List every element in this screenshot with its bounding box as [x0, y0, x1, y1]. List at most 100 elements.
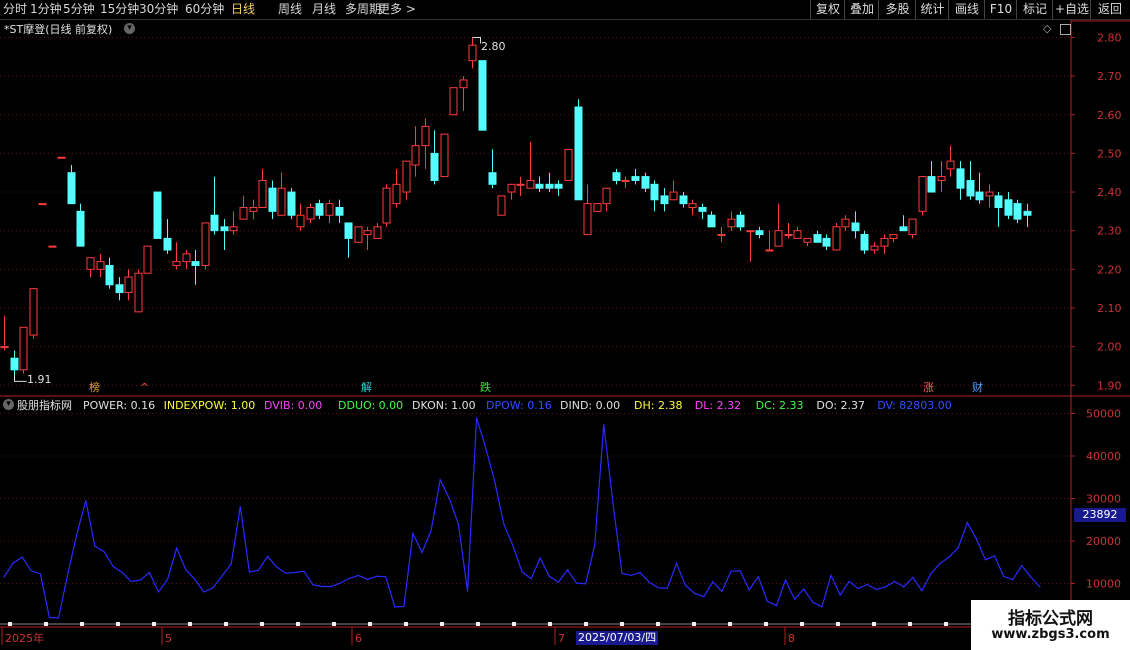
- candle-body: [774, 230, 783, 247]
- dv-point: [103, 551, 105, 553]
- dv-point: [739, 570, 741, 572]
- candle: [440, 133, 449, 178]
- candle: [143, 245, 152, 274]
- low-marker: [14, 375, 27, 382]
- candle: [86, 257, 95, 278]
- candle-body: [497, 195, 506, 216]
- candle: [937, 161, 946, 193]
- candle-body: [526, 179, 535, 189]
- candle-body: [335, 207, 344, 216]
- candle: [918, 176, 927, 216]
- dv-point: [312, 584, 314, 586]
- date-axis-label: 6: [355, 632, 362, 645]
- candle-body: [755, 230, 764, 236]
- candle-body: [813, 234, 822, 243]
- candle: [344, 222, 353, 258]
- candle: [392, 168, 401, 208]
- candle: [813, 230, 822, 243]
- candle: [679, 192, 688, 208]
- candle-body: [1004, 199, 1013, 216]
- dv-point: [248, 571, 250, 573]
- dv-point: [39, 573, 42, 575]
- candle: [908, 218, 917, 239]
- dv-point: [912, 576, 914, 579]
- event-badge[interactable]: 解: [360, 381, 373, 394]
- candle-body: [698, 207, 707, 212]
- candle-body: [201, 222, 210, 266]
- candle-body: [832, 226, 841, 251]
- title-dropdown-icon[interactable]: ▾: [124, 23, 135, 34]
- stock-chart: 2.80 2.70 2.60 2.50 2.40 2.30 2.20 2.10 2.00 1.90…: [0, 20, 1130, 650]
- panel-settings-icon[interactable]: [1060, 24, 1071, 35]
- date-axis-label: 5: [165, 632, 172, 645]
- candle: [535, 176, 544, 193]
- dv-point: [466, 590, 469, 592]
- event-badge[interactable]: ^: [138, 381, 151, 394]
- indicator-name: 股朋指标网: [17, 399, 72, 412]
- event-badge[interactable]: 涨: [922, 381, 935, 394]
- candle: [832, 222, 841, 251]
- candle: [966, 161, 975, 200]
- date-axis-label: 2025年: [5, 632, 44, 645]
- candle: [421, 118, 430, 169]
- candle: [507, 183, 516, 200]
- dv-point: [984, 559, 987, 561]
- candle: [201, 222, 210, 270]
- price-tick-label: 2.60: [1097, 109, 1122, 122]
- candle-body: [602, 187, 611, 205]
- candle: [239, 195, 248, 220]
- dv-point: [221, 575, 223, 577]
- candle-body: [985, 191, 994, 197]
- dv-point: [548, 575, 550, 577]
- price-tick-label: 2.70: [1097, 70, 1122, 83]
- dv-point: [784, 579, 787, 581]
- candle-body: [29, 288, 38, 336]
- indicator-dropdown-icon[interactable]: ▾: [3, 399, 14, 410]
- dv-point: [812, 601, 814, 603]
- event-badge[interactable]: 财: [971, 381, 984, 394]
- candle-body: [163, 237, 172, 251]
- candle-body: [67, 172, 76, 205]
- signal-dot: [836, 622, 840, 626]
- event-badge[interactable]: 跌: [479, 381, 492, 394]
- dv-point: [112, 565, 114, 568]
- candle: [134, 269, 143, 313]
- high-marker: [472, 36, 481, 44]
- dv-point: [121, 571, 123, 574]
- candle: [57, 156, 66, 159]
- candle-body: [19, 326, 28, 371]
- dv-point: [921, 590, 923, 592]
- dv-point: [503, 523, 505, 525]
- dv-point: [821, 606, 823, 608]
- candle: [602, 187, 611, 212]
- candle-body: [1013, 203, 1022, 220]
- signal-dot: [656, 622, 660, 626]
- candle-body: [449, 87, 458, 116]
- date-axis-label: 7: [558, 632, 565, 645]
- candle-body: [870, 245, 879, 251]
- indicator-value: DC: 2.33: [755, 399, 804, 412]
- dv-point: [657, 587, 659, 589]
- diamond-icon[interactable]: ◇: [1043, 22, 1051, 35]
- dv-point: [139, 579, 141, 581]
- candle: [841, 215, 850, 231]
- candle-body: [315, 203, 324, 216]
- cursor-date-text: 2025/07/03/四: [578, 631, 657, 644]
- candle-body: [793, 230, 802, 239]
- event-badge[interactable]: 榜: [88, 381, 101, 394]
- candle-body: [946, 160, 955, 170]
- dv-point: [712, 581, 714, 583]
- dv-point: [948, 556, 950, 558]
- indicator-value: INDEXPOW: 1.00: [163, 399, 256, 412]
- candle-body: [220, 226, 229, 232]
- dv-point: [421, 551, 423, 554]
- dv-point: [566, 569, 569, 571]
- dv-point: [894, 580, 896, 583]
- candle: [67, 164, 76, 205]
- candle-body: [115, 284, 124, 294]
- dv-point: [957, 547, 959, 549]
- candle: [650, 180, 659, 212]
- dv-point: [830, 574, 832, 577]
- dv-point: [666, 587, 669, 589]
- dv-point: [703, 596, 705, 598]
